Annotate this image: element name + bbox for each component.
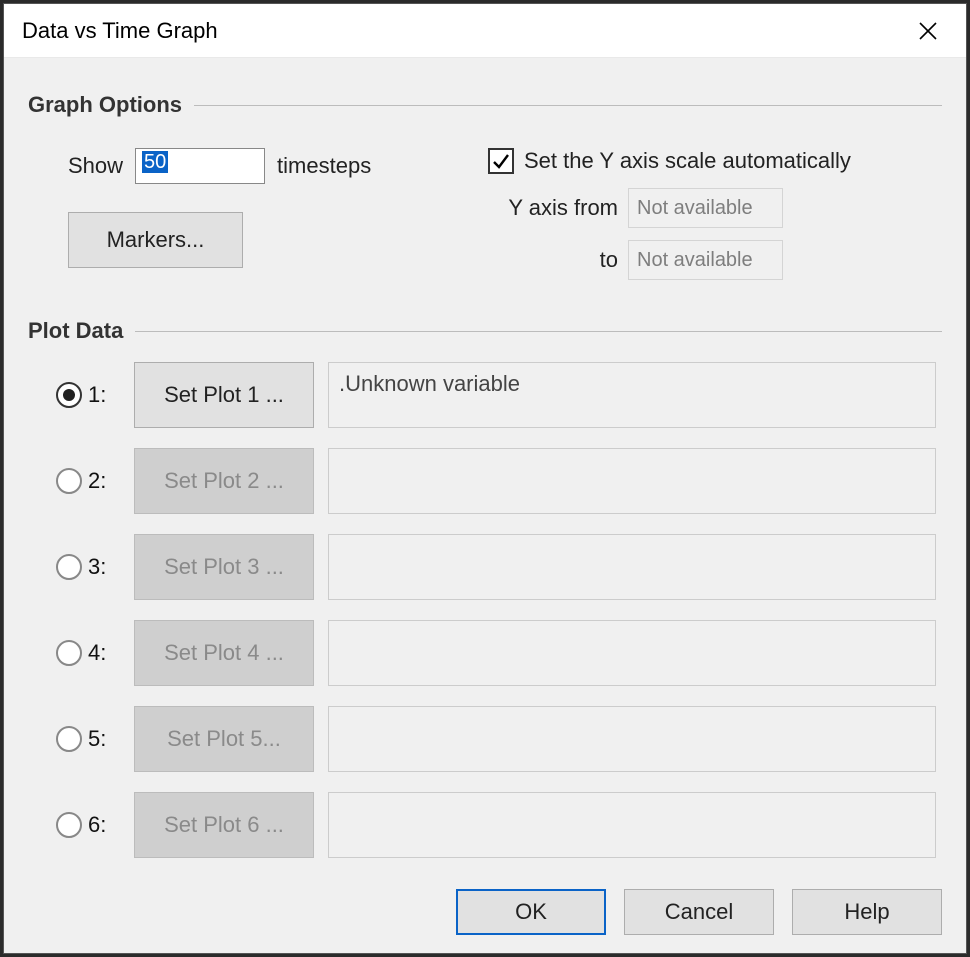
set-plot-button[interactable]: Set Plot 5... bbox=[134, 706, 314, 772]
graph-options-left: Show 50 timesteps Markers... bbox=[68, 148, 448, 280]
y-from-label: Y axis from bbox=[498, 195, 618, 221]
heading-rule bbox=[135, 331, 942, 332]
graph-options-label: Graph Options bbox=[28, 92, 182, 118]
markers-button[interactable]: Markers... bbox=[68, 212, 243, 268]
plot-index-label: 4: bbox=[88, 640, 106, 666]
set-plot-button[interactable]: Set Plot 1 ... bbox=[134, 362, 314, 428]
show-label: Show bbox=[68, 153, 123, 179]
plot-index-label: 1: bbox=[88, 382, 106, 408]
plot-index-label: 3: bbox=[88, 554, 106, 580]
timesteps-unit: timesteps bbox=[277, 153, 371, 179]
ok-button[interactable]: OK bbox=[456, 889, 606, 935]
client-area: Graph Options Show 50 timesteps Markers.… bbox=[4, 58, 966, 953]
plot-value-field[interactable] bbox=[328, 620, 936, 686]
auto-y-label: Set the Y axis scale automatically bbox=[524, 148, 851, 174]
close-icon bbox=[918, 21, 938, 41]
auto-y-row: Set the Y axis scale automatically bbox=[488, 148, 932, 174]
plot-row: 5: Set Plot 5... bbox=[56, 706, 936, 772]
titlebar: Data vs Time Graph bbox=[4, 4, 966, 58]
dialog-window: Data vs Time Graph Graph Options Show 50… bbox=[3, 3, 967, 954]
dialog-footer: OK Cancel Help bbox=[456, 889, 942, 935]
plot-data-label: Plot Data bbox=[28, 318, 123, 344]
graph-options-right: Set the Y axis scale automatically Y axi… bbox=[488, 148, 932, 280]
plot-radio[interactable] bbox=[56, 640, 82, 666]
radio-dot-icon bbox=[63, 389, 75, 401]
plot-value-field[interactable]: .Unknown variable bbox=[328, 362, 936, 428]
plot-list: 1: Set Plot 1 ....Unknown variable 2: Set P… bbox=[28, 344, 942, 882]
plot-value-field[interactable] bbox=[328, 534, 936, 600]
checkmark-icon bbox=[491, 151, 511, 171]
graph-options-body: Show 50 timesteps Markers... Set the Y a… bbox=[28, 118, 942, 290]
plot-value-field[interactable] bbox=[328, 448, 936, 514]
plot-radio-wrap: 5: bbox=[56, 706, 120, 772]
heading-rule bbox=[194, 105, 942, 106]
plot-radio[interactable] bbox=[56, 726, 82, 752]
auto-y-checkbox[interactable] bbox=[488, 148, 514, 174]
y-axis-range: Y axis from Not available to Not availab… bbox=[498, 188, 932, 280]
close-button[interactable] bbox=[908, 11, 948, 51]
plot-row: 1: Set Plot 1 ....Unknown variable bbox=[56, 362, 936, 428]
plot-radio-wrap: 2: bbox=[56, 448, 120, 514]
plot-row: 6: Set Plot 6 ... bbox=[56, 792, 936, 858]
set-plot-button[interactable]: Set Plot 4 ... bbox=[134, 620, 314, 686]
set-plot-button[interactable]: Set Plot 6 ... bbox=[134, 792, 314, 858]
graph-options-heading: Graph Options bbox=[28, 92, 942, 118]
plot-radio[interactable] bbox=[56, 554, 82, 580]
plot-index-label: 2: bbox=[88, 468, 106, 494]
plot-radio[interactable] bbox=[56, 382, 82, 408]
plot-value-field[interactable] bbox=[328, 792, 936, 858]
plot-row: 2: Set Plot 2 ... bbox=[56, 448, 936, 514]
plot-radio-wrap: 3: bbox=[56, 534, 120, 600]
plot-radio[interactable] bbox=[56, 812, 82, 838]
cancel-button[interactable]: Cancel bbox=[624, 889, 774, 935]
timesteps-input[interactable]: 50 bbox=[135, 148, 265, 184]
y-from-input: Not available bbox=[628, 188, 783, 228]
plot-radio[interactable] bbox=[56, 468, 82, 494]
show-row: Show 50 timesteps bbox=[68, 148, 448, 184]
plot-radio-wrap: 6: bbox=[56, 792, 120, 858]
plot-index-label: 6: bbox=[88, 812, 106, 838]
window-title: Data vs Time Graph bbox=[22, 18, 218, 44]
y-to-input: Not available bbox=[628, 240, 783, 280]
plot-radio-wrap: 1: bbox=[56, 362, 120, 428]
timesteps-value: 50 bbox=[142, 151, 168, 173]
set-plot-button[interactable]: Set Plot 2 ... bbox=[134, 448, 314, 514]
set-plot-button[interactable]: Set Plot 3 ... bbox=[134, 534, 314, 600]
plot-radio-wrap: 4: bbox=[56, 620, 120, 686]
y-to-label: to bbox=[498, 247, 618, 273]
plot-row: 3: Set Plot 3 ... bbox=[56, 534, 936, 600]
plot-data-heading: Plot Data bbox=[28, 318, 942, 344]
plot-index-label: 5: bbox=[88, 726, 106, 752]
help-button[interactable]: Help bbox=[792, 889, 942, 935]
plot-value-field[interactable] bbox=[328, 706, 936, 772]
plot-row: 4: Set Plot 4 ... bbox=[56, 620, 936, 686]
